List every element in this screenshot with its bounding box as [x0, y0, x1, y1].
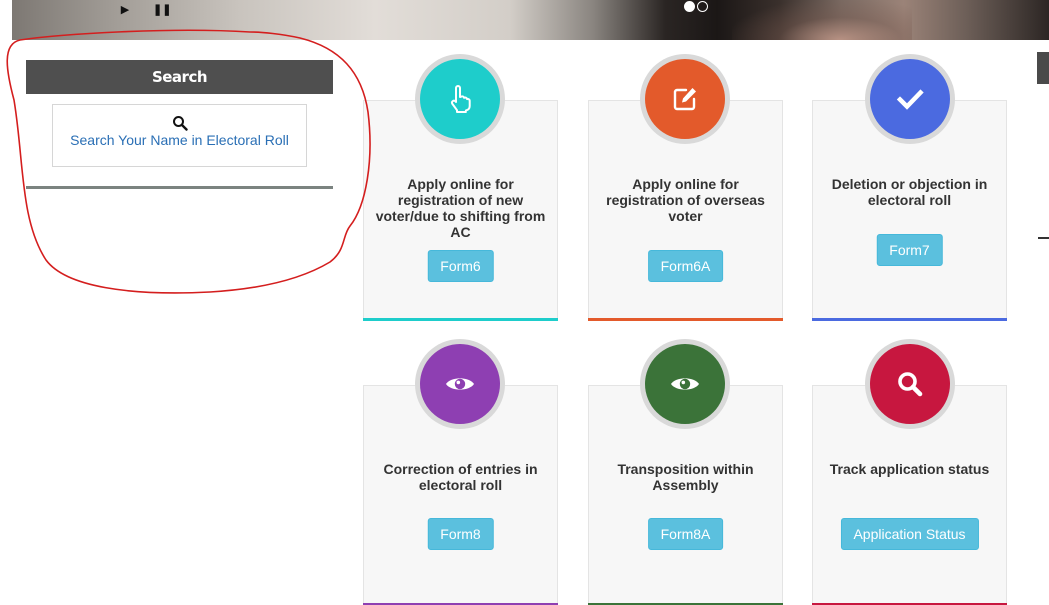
- page: { "banner": { "play_icon": "play-icon", …: [0, 0, 1049, 605]
- checkmark-icon: [896, 89, 924, 110]
- carousel-image: [732, 0, 912, 40]
- form6-button[interactable]: Form6: [427, 250, 494, 282]
- badge-circle: [870, 344, 950, 424]
- card-accent-bar: [588, 318, 783, 321]
- pause-icon[interactable]: ❚❚: [153, 3, 171, 17]
- search-link-label: Search Your Name in Electoral Roll: [70, 132, 289, 148]
- search-widget: Search Search Your Name in Electoral Rol…: [26, 60, 333, 190]
- carousel-dot-2[interactable]: [697, 1, 708, 12]
- side-divider-fragment: [1038, 237, 1049, 239]
- card-accent-bar: [363, 318, 558, 321]
- badge-circle: [870, 59, 950, 139]
- card-title: Deletion or objection in electoral roll: [831, 176, 988, 208]
- search-icon: [898, 372, 923, 397]
- form6-icon-badge: [415, 54, 505, 144]
- form8-button[interactable]: Form8: [427, 518, 494, 550]
- application-status-icon-badge: [865, 339, 955, 429]
- eye-icon: [671, 378, 699, 390]
- search-electoral-roll-link[interactable]: Search Your Name in Electoral Roll: [52, 104, 307, 167]
- eye-icon: [446, 378, 474, 390]
- pointer-hand-icon: [451, 85, 471, 113]
- card-title: Correction of entries in electoral roll: [383, 461, 538, 493]
- form8-icon-badge: [415, 339, 505, 429]
- form7-icon-badge: [865, 54, 955, 144]
- search-icon: [172, 116, 188, 131]
- badge-circle: [420, 59, 500, 139]
- side-panel-fragment: [1037, 52, 1049, 84]
- card-title: Transposition within Assembly: [617, 461, 754, 493]
- carousel-dot-1[interactable]: [684, 1, 695, 12]
- badge-circle: [645, 59, 725, 139]
- search-header: Search: [26, 60, 333, 94]
- card-accent-bar: [812, 318, 1007, 321]
- application-status-button[interactable]: Application Status: [840, 518, 979, 550]
- form6a-icon-badge: [640, 54, 730, 144]
- card-title: Track application status: [829, 461, 990, 477]
- card-title: Apply online for registration of new vot…: [375, 176, 546, 240]
- form8a-icon-badge: [640, 339, 730, 429]
- card-title: Apply online for registration of oversea…: [606, 176, 765, 224]
- form6a-button[interactable]: Form6A: [647, 250, 724, 282]
- image-carousel[interactable]: ▶ ❚❚: [12, 0, 1049, 40]
- form8a-button[interactable]: Form8A: [647, 518, 724, 550]
- search-divider: [26, 186, 333, 189]
- form7-button[interactable]: Form7: [876, 234, 943, 266]
- carousel-indicators: [684, 1, 708, 12]
- badge-circle: [645, 344, 725, 424]
- edit-icon: [673, 88, 696, 111]
- play-icon[interactable]: ▶: [118, 3, 132, 17]
- badge-circle: [420, 344, 500, 424]
